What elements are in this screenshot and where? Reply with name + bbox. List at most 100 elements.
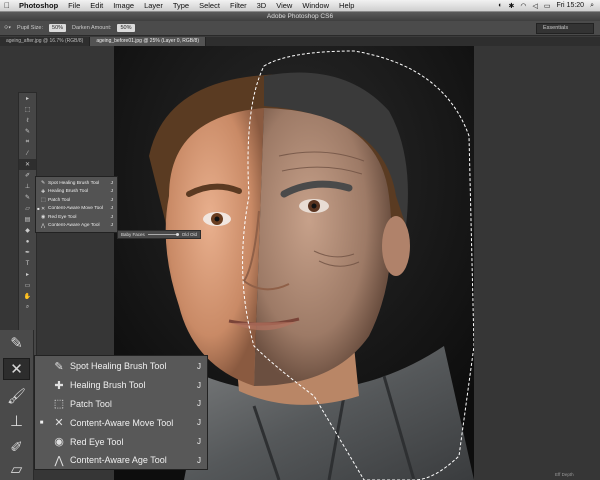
menu-layer[interactable]: Layer (139, 1, 168, 10)
menu-help[interactable]: Help (334, 1, 359, 10)
menu-3d[interactable]: 3D (252, 1, 272, 10)
patch-icon: ⬚ (53, 398, 65, 411)
content-aware-move-tool-button[interactable]: ✕ (3, 358, 30, 380)
flyout-item-patch[interactable]: ⬚ Patch Tool J (36, 196, 117, 205)
flyout-item-label: Spot Healing Brush Tool (48, 180, 100, 186)
shape-tool-icon[interactable]: ▭ (19, 280, 36, 291)
flyout-item-red-eye[interactable]: ◉ Red Eye Tool J (35, 432, 207, 451)
menu-app-name[interactable]: Photoshop (14, 1, 63, 10)
clock[interactable]: Fri 15:20 (556, 2, 584, 9)
flyout-item-label: Patch Tool (48, 197, 71, 203)
flyout-item-label: Red Eye Tool (48, 214, 77, 220)
eraser-icon[interactable]: ▱ (3, 458, 30, 480)
shortcut-label: J (110, 180, 113, 186)
status-text: Eff Depth (555, 472, 574, 477)
shortcut-label: J (110, 206, 113, 212)
wifi-icon[interactable]: ◠ (520, 2, 526, 10)
workspace-switcher[interactable]: Essentials (536, 22, 594, 34)
flyout-item-content-aware-move[interactable]: ■ ✕ Content-Aware Move Tool J (36, 205, 117, 214)
shortcut-label: J (110, 189, 113, 195)
flyout-item-healing-brush[interactable]: ✚ Healing Brush Tool J (35, 376, 207, 395)
doc-tab-ageing-before[interactable]: ageing_before01.jpg @ 25% (Layer 0, RGB/… (90, 37, 206, 46)
menu-window[interactable]: Window (297, 1, 334, 10)
brush-tool-small-icon[interactable]: ✐ (19, 170, 36, 181)
shortcut-label: J (197, 361, 201, 371)
shortcut-label: J (197, 418, 201, 428)
flyout-item-label: Red Eye Tool (70, 436, 124, 447)
menu-edit[interactable]: Edit (85, 1, 108, 10)
red-eye-icon: ◉ (54, 436, 64, 449)
status-icon[interactable]: ◐ (498, 2, 502, 9)
tool-preset-icon[interactable]: ⟐▾ (4, 25, 11, 32)
content-aware-move-icon: ✕ (41, 205, 46, 212)
eyedropper-tool-icon[interactable]: ⁄ (19, 148, 36, 159)
pupil-size-label: Pupil Size: (17, 25, 44, 31)
marquee-tool-icon[interactable]: ⬚ (19, 104, 36, 115)
flyout-item-label: Content-Aware Age Tool (48, 223, 100, 229)
lasso-tool-icon[interactable]: ℓ (19, 115, 36, 126)
shortcut-label: J (197, 380, 201, 390)
pupil-size-field[interactable]: 50% (49, 24, 67, 32)
path-select-tool-icon[interactable]: ▸ (19, 269, 36, 280)
type-tool-icon[interactable]: T (19, 258, 36, 269)
flyout-item-content-aware-move[interactable]: ■ ✕ Content-Aware Move Tool J (35, 413, 207, 432)
shortcut-label: J (110, 223, 113, 229)
gradient-tool-icon[interactable]: ▤ (19, 214, 36, 225)
menu-type[interactable]: Type (168, 1, 194, 10)
battery-icon[interactable]: ▭ (544, 2, 551, 10)
darken-amount-field[interactable]: 50% (117, 24, 135, 32)
age-slider-tooltip[interactable]: Baby Faces Old Old (117, 230, 201, 239)
quick-select-tool-icon[interactable]: ✎ (19, 126, 36, 137)
brush-pencil-icon[interactable]: ✎ (3, 332, 30, 354)
menu-file[interactable]: File (63, 1, 85, 10)
flyout-item-patch[interactable]: ⬚ Patch Tool J (35, 395, 207, 414)
healing-tools-flyout-small: ✎ Spot Healing Brush Tool J ✚ Healing Br… (35, 176, 118, 233)
flyout-item-red-eye[interactable]: ◉ Red Eye Tool J (36, 213, 117, 222)
brush-tool-icon[interactable]: 🖌 (3, 385, 30, 407)
eraser-tool-small-icon[interactable]: ▱ (19, 203, 36, 214)
history-brush-icon[interactable]: ✐ (3, 436, 30, 458)
age-tool-icon: ⋀ (41, 222, 46, 229)
slider-left-label: Baby Faces (121, 232, 145, 237)
slider-right-label: Old Old (181, 232, 197, 237)
document-tabs: ageing_after.jpg @ 16.7% (RGB/8) ageing_… (0, 37, 600, 46)
flyout-item-healing-brush[interactable]: ✚ Healing Brush Tool J (36, 188, 117, 197)
clone-stamp-icon[interactable]: ⊥ (3, 410, 30, 432)
history-brush-small-icon[interactable]: ✎ (19, 192, 36, 203)
menu-view[interactable]: View (271, 1, 297, 10)
zoom-tool-icon[interactable]: ⌕ (19, 302, 36, 313)
dodge-tool-icon[interactable]: ● (19, 236, 36, 247)
flyout-item-content-aware-age[interactable]: ⋀ Content-Aware Age Tool J (36, 222, 117, 231)
flyout-item-label: Content-Aware Age Tool (70, 455, 167, 466)
blur-tool-icon[interactable]: ◆ (19, 225, 36, 236)
age-slider-track[interactable] (147, 233, 179, 236)
shortcut-label: J (197, 437, 201, 447)
stamp-tool-small-icon[interactable]: ⊥ (19, 181, 36, 192)
menu-select[interactable]: Select (194, 1, 225, 10)
mac-menu-bar:  Photoshop File Edit Image Layer Type S… (0, 0, 600, 12)
apple-icon[interactable]:  (0, 1, 14, 10)
shortcut-label: J (197, 399, 201, 409)
flyout-item-label: Patch Tool (70, 398, 112, 409)
crop-tool-icon[interactable]: ⌗ (19, 137, 36, 148)
search-icon[interactable]: ⌕ (590, 2, 594, 10)
red-eye-icon: ◉ (41, 214, 46, 221)
tools-panel-zoomed: ✎ ✕ 🖌 ⊥ ✐ ▱ (0, 330, 34, 480)
content-aware-move-icon: ✕ (54, 417, 64, 430)
move-tool-icon[interactable]: ▸ (19, 93, 36, 104)
flyout-item-spot-healing[interactable]: ✎ Spot Healing Brush Tool J (36, 179, 117, 188)
hand-tool-icon[interactable]: ✋ (19, 291, 36, 302)
flyout-item-content-aware-age[interactable]: ⋀ Content-Aware Age Tool J (35, 451, 207, 470)
healing-tool-small-icon[interactable]: ✕ (19, 159, 36, 170)
volume-icon[interactable]: ◁ (532, 2, 537, 10)
spot-healing-icon: ✎ (54, 360, 64, 373)
menu-image[interactable]: Image (108, 1, 139, 10)
flyout-item-label: Healing Brush Tool (70, 380, 146, 391)
bluetooth-icon[interactable]: ✱ (508, 2, 514, 10)
pen-tool-icon[interactable]: ✒ (19, 247, 36, 258)
flyout-item-label: Content-Aware Move Tool (70, 417, 174, 428)
doc-tab-ageing-after[interactable]: ageing_after.jpg @ 16.7% (RGB/8) (0, 37, 91, 46)
menu-filter[interactable]: Filter (225, 1, 252, 10)
flyout-item-spot-healing[interactable]: ✎ Spot Healing Brush Tool J (35, 357, 207, 376)
shortcut-label: J (110, 197, 113, 203)
